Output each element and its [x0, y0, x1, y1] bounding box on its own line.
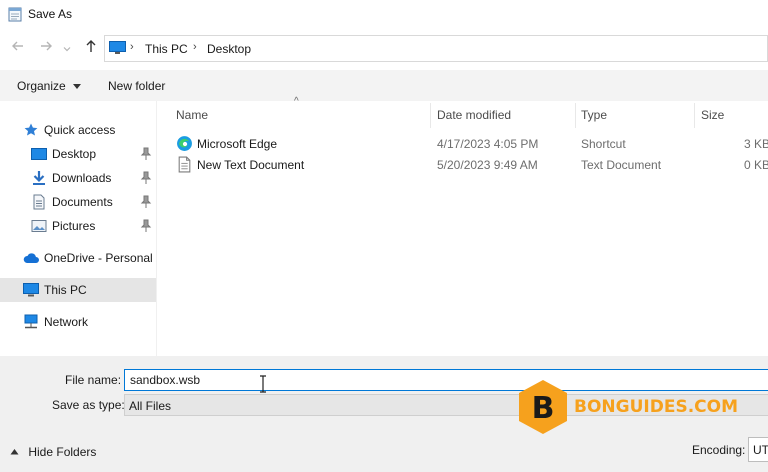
column-separator[interactable]: [575, 103, 576, 128]
column-header-date-modified[interactable]: Date modified: [437, 108, 511, 122]
caret-down-icon: [73, 84, 82, 89]
new-folder-button[interactable]: New folder: [108, 79, 165, 93]
breadcrumb-separator: ›: [130, 41, 134, 53]
encoding-select[interactable]: UT: [748, 437, 768, 462]
nav-item-label: Desktop: [52, 147, 97, 161]
encoding-value: UT: [753, 443, 768, 457]
nav-item-documents[interactable]: Documents: [0, 190, 156, 214]
nav-item-label: Documents: [52, 195, 113, 209]
logo-letter: B: [532, 391, 555, 426]
nav-item-label: Downloads: [52, 171, 112, 185]
column-separator[interactable]: [430, 103, 431, 128]
organize-button[interactable]: Organize: [17, 79, 82, 93]
navigation-pane: Quick access Desktop Downloads Documents…: [0, 101, 156, 356]
nav-item-label: Network: [44, 315, 89, 329]
cloud-icon: [23, 253, 39, 263]
file-name-input[interactable]: [124, 369, 768, 391]
breadcrumb-this-pc[interactable]: This PC: [145, 42, 188, 56]
save-as-type-value: All Files: [129, 399, 172, 413]
nav-item-network[interactable]: Network: [0, 310, 156, 334]
computer-icon: [23, 283, 39, 297]
recent-locations-button[interactable]: [60, 38, 74, 58]
address-bar[interactable]: › This PC › Desktop: [104, 35, 768, 62]
command-bar: Organize New folder: [0, 70, 768, 101]
title-bar: Save As: [0, 0, 768, 30]
hide-folders-label: Hide Folders: [28, 445, 97, 459]
star-icon: [24, 123, 38, 136]
chevron-down-icon: [63, 47, 71, 52]
breadcrumb-separator: ›: [193, 41, 197, 53]
column-header-type[interactable]: Type: [581, 108, 607, 122]
nav-item-label: Quick access: [44, 123, 116, 137]
pin-icon[interactable]: [140, 219, 152, 233]
breadcrumb-desktop[interactable]: Desktop: [207, 42, 251, 56]
nav-item-label: Pictures: [52, 219, 96, 233]
file-row[interactable]: Microsoft Edge 4/17/2023 4:05 PM Shortcu…: [170, 133, 768, 154]
chevron-up-icon: [10, 449, 19, 455]
file-row[interactable]: New Text Document 5/20/2023 9:49 AM Text…: [170, 154, 768, 175]
file-size: 0 KB: [744, 158, 768, 172]
desktop-folder-icon: [31, 148, 47, 160]
network-icon: [24, 314, 38, 329]
file-type: Shortcut: [581, 137, 626, 151]
organize-label: Organize: [17, 79, 66, 93]
pin-icon[interactable]: [140, 195, 152, 209]
watermark-text: BONGUIDES.COM: [574, 397, 738, 417]
download-icon: [33, 171, 45, 185]
pictures-icon: [31, 220, 47, 232]
file-size: 3 KB: [744, 137, 768, 151]
save-as-type-label: Save as type:: [52, 398, 125, 412]
file-date-modified: 4/17/2023 4:05 PM: [437, 137, 539, 151]
file-name: Microsoft Edge: [197, 137, 278, 151]
documents-icon: [33, 194, 45, 210]
column-separator[interactable]: [694, 103, 695, 128]
forward-button[interactable]: [36, 38, 56, 58]
edge-icon: [177, 136, 192, 151]
file-name: New Text Document: [197, 158, 305, 172]
nav-item-onedrive[interactable]: OneDrive - Personal: [0, 246, 156, 270]
sort-ascending-icon: ^: [294, 96, 299, 107]
nav-item-quick-access[interactable]: Quick access: [0, 118, 156, 142]
nav-item-desktop[interactable]: Desktop: [0, 142, 156, 166]
text-cursor-icon: [260, 375, 266, 393]
back-button[interactable]: [8, 38, 28, 58]
encoding-label: Encoding:: [692, 443, 746, 457]
pin-icon[interactable]: [140, 147, 152, 161]
computer-icon: [109, 41, 126, 54]
nav-item-downloads[interactable]: Downloads: [0, 166, 156, 190]
pin-icon[interactable]: [140, 171, 152, 185]
file-date-modified: 5/20/2023 9:49 AM: [437, 158, 538, 172]
nav-item-pictures[interactable]: Pictures: [0, 214, 156, 238]
nav-item-label: This PC: [44, 283, 87, 297]
bonguides-logo: B: [519, 380, 567, 434]
pane-divider[interactable]: [156, 101, 157, 356]
window-title: Save As: [28, 7, 73, 21]
file-type: Text Document: [581, 158, 662, 172]
notepad-icon: [8, 7, 22, 22]
arrow-left-icon: [12, 41, 23, 51]
file-name-label: File name:: [65, 373, 122, 387]
column-header-size[interactable]: Size: [701, 108, 724, 122]
hide-folders-button[interactable]: Hide Folders: [10, 445, 96, 459]
up-button[interactable]: [81, 38, 101, 58]
arrow-up-icon: [86, 40, 96, 52]
nav-item-label: OneDrive - Personal: [44, 251, 153, 265]
text-file-icon: [178, 156, 191, 173]
nav-item-this-pc[interactable]: This PC: [0, 278, 156, 302]
arrow-right-icon: [41, 41, 52, 51]
column-header-name[interactable]: Name: [176, 108, 208, 122]
